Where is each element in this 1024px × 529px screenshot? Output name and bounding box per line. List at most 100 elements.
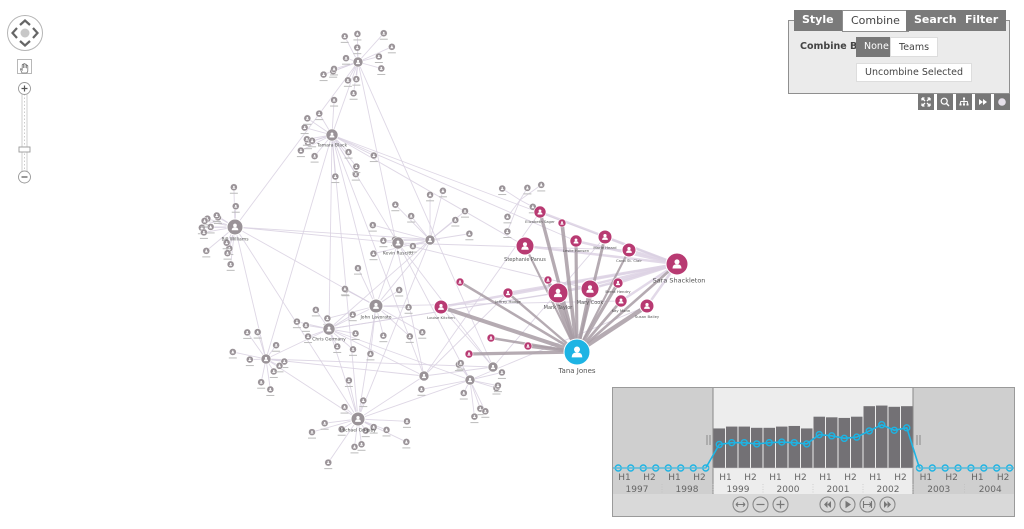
graph-node[interactable] [379, 29, 388, 40]
graph-node[interactable] [461, 207, 470, 218]
graph-node[interactable] [340, 285, 349, 296]
graph-node[interactable] [301, 321, 310, 332]
timebar-zoom-in-button[interactable] [772, 496, 789, 513]
graph-node[interactable] [395, 286, 404, 297]
timebar-bar[interactable] [838, 417, 851, 468]
play-button[interactable] [839, 496, 856, 513]
graph-node-highlighted[interactable] [557, 218, 567, 228]
graph-node[interactable] [498, 184, 507, 196]
fit-button[interactable] [918, 94, 934, 110]
graph-node[interactable] [537, 181, 546, 192]
graph-node[interactable] [303, 114, 312, 125]
timebar-bar[interactable] [826, 417, 838, 468]
graph-node[interactable] [342, 54, 351, 65]
timebar-bar[interactable] [813, 416, 826, 468]
graph-node[interactable] [379, 236, 388, 248]
graph-node[interactable] [377, 64, 386, 75]
graph-node[interactable] [424, 234, 436, 246]
graph-node-highlighted[interactable] [543, 275, 553, 285]
graph-node[interactable] [402, 438, 411, 449]
timebar-bar[interactable] [763, 427, 776, 468]
timebar-bar[interactable] [851, 416, 863, 468]
zoom-out-button[interactable] [18, 170, 31, 184]
zoom-in-button[interactable] [18, 82, 31, 95]
graph-node[interactable] [405, 332, 414, 343]
graph-node[interactable] [497, 368, 506, 379]
graph-node[interactable] [352, 75, 361, 86]
timebar-bar[interactable] [863, 406, 876, 468]
zoom-slider[interactable] [17, 82, 32, 184]
zoom-slider-thumb[interactable] [18, 146, 31, 153]
graph-node[interactable] [343, 76, 352, 87]
graph-node[interactable] [418, 370, 430, 382]
tab-combine[interactable]: Combine [842, 10, 909, 32]
graph-node[interactable] [300, 123, 309, 135]
graph-node[interactable] [374, 52, 383, 64]
graph-node[interactable] [310, 152, 319, 163]
fast-forward-button[interactable] [879, 496, 896, 513]
graph-node-large[interactable]: Bill Williams [221, 218, 249, 243]
zoom-button[interactable] [937, 94, 953, 110]
timebar-bar[interactable] [726, 426, 738, 468]
graph-node[interactable] [308, 428, 317, 439]
graph-node[interactable] [369, 249, 378, 261]
graph-node[interactable] [199, 228, 208, 239]
rewind-button[interactable] [819, 496, 836, 513]
graph-node[interactable] [417, 385, 426, 396]
graph-node[interactable] [503, 213, 512, 224]
graph-node[interactable] [349, 345, 358, 356]
graph-node[interactable] [269, 367, 278, 378]
tab-filter[interactable]: Filter [957, 10, 1007, 31]
graph-node[interactable] [382, 426, 391, 437]
timebar-zoom-out-button[interactable] [752, 496, 769, 513]
timebar-bar[interactable] [751, 427, 763, 468]
timebar-bar[interactable] [776, 426, 788, 468]
tab-style[interactable]: Style [794, 10, 842, 31]
graph-node[interactable] [245, 355, 254, 367]
graph-node[interactable] [451, 216, 460, 227]
graph-node[interactable] [223, 249, 232, 260]
graph-node[interactable] [331, 172, 340, 184]
graph-node[interactable] [350, 443, 359, 454]
layout-button[interactable] [956, 94, 972, 110]
graph-node-highlighted[interactable] [455, 277, 465, 287]
hand-tool-button[interactable] [17, 59, 32, 74]
graph-node[interactable] [353, 264, 362, 275]
uncombine-selected-button[interactable]: Uncombine Selected [856, 63, 973, 82]
graph-node[interactable] [202, 247, 211, 258]
graph-node-large[interactable]: John Lavorato [359, 298, 392, 321]
graph-node-highlighted[interactable] [523, 341, 533, 351]
step-forward-button[interactable] [859, 496, 876, 513]
graph-node[interactable] [257, 378, 266, 389]
graph-node[interactable] [464, 374, 476, 386]
graph-node[interactable] [292, 317, 301, 329]
graph-node[interactable] [470, 412, 479, 424]
timebar-bar[interactable] [901, 406, 913, 468]
graph-node[interactable] [481, 407, 490, 418]
graph-node[interactable] [228, 348, 237, 359]
timebar-bar[interactable] [801, 428, 813, 468]
timebar[interactable]: H1 H2 1997 H1 H2 1998 H1 H2 1999 H1 H2 2000 H1 H2 2001… [612, 387, 1015, 517]
graph-node[interactable] [324, 458, 333, 470]
pan-control[interactable] [6, 14, 44, 52]
graph-node[interactable] [418, 328, 427, 339]
graph-node[interactable] [402, 417, 411, 428]
graph-node[interactable] [387, 43, 396, 54]
animate-button[interactable] [975, 94, 991, 110]
timebar-chart[interactable]: H1 H2 1997 H1 H2 1998 H1 H2 1999 H1 H2 2000 H1 H2 2001… [613, 388, 1015, 494]
graph-node-highlighted[interactable] [486, 333, 496, 343]
timebar-bar[interactable] [713, 428, 726, 468]
graph-node[interactable] [226, 260, 235, 271]
graph-node[interactable] [333, 342, 342, 353]
graph-node[interactable] [296, 146, 305, 158]
graph-node[interactable] [459, 389, 468, 400]
graph-node[interactable] [349, 89, 358, 100]
graph-node[interactable] [344, 376, 353, 387]
graph-node-highlighted[interactable]: Stephanie Panus [504, 236, 546, 263]
graph-node-highlighted[interactable] [464, 349, 474, 359]
graph-node[interactable] [438, 187, 447, 198]
graph-node[interactable] [379, 331, 388, 343]
fit-range-button[interactable] [732, 496, 749, 513]
combine-teams-option[interactable]: Teams [890, 37, 939, 57]
graph-node[interactable] [368, 221, 377, 232]
